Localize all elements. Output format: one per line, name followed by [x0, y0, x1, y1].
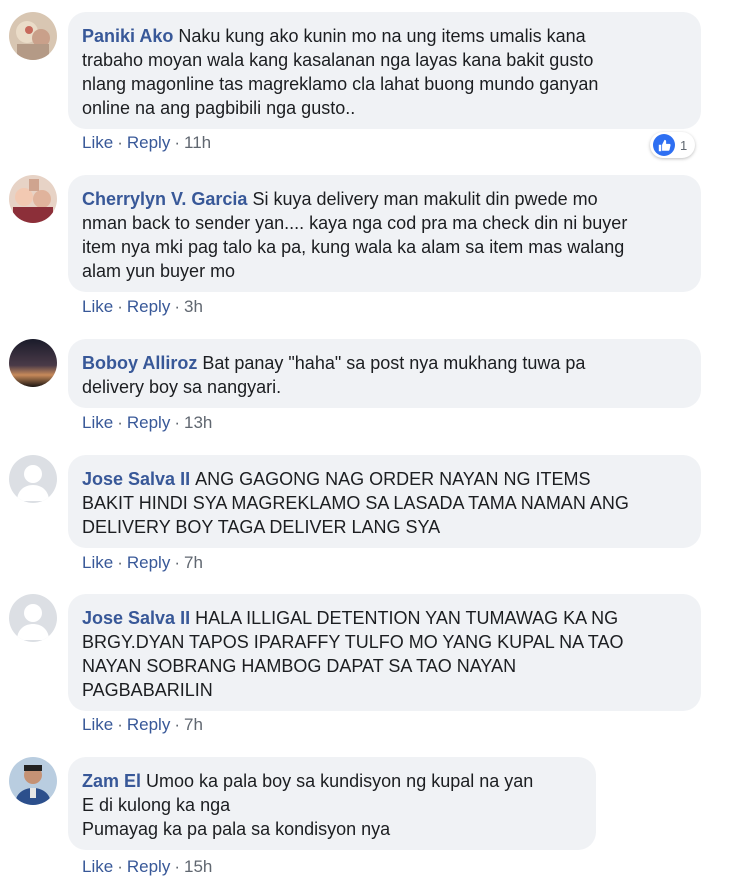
comment-actions: Like · Reply · 15h	[82, 857, 212, 877]
separator: ·	[174, 413, 180, 432]
reply-link[interactable]: Reply	[127, 133, 170, 152]
comment-author[interactable]: Cherrylyn V. Garcia	[82, 189, 247, 209]
comment-bubble: Jose Salva II ANG GAGONG NAG ORDER NAYAN …	[68, 455, 701, 548]
separator: ·	[174, 553, 180, 572]
comment-author[interactable]: Boboy Alliroz	[82, 353, 197, 373]
separator: ·	[117, 297, 123, 316]
comment-bubble: Boboy Alliroz Bat panay "haha" sa post ny…	[68, 339, 701, 408]
comment-actions: Like · Reply · 3h	[82, 297, 203, 317]
like-link[interactable]: Like	[82, 133, 113, 152]
comment-bubble: Jose Salva II HALA ILLIGAL DETENTION YAN …	[68, 594, 701, 711]
like-link[interactable]: Like	[82, 857, 113, 876]
avatar[interactable]	[9, 594, 57, 642]
like-icon	[653, 134, 675, 156]
avatar[interactable]	[9, 339, 57, 387]
separator: ·	[117, 553, 123, 572]
comment-author[interactable]: Paniki Ako	[82, 26, 173, 46]
comment-author[interactable]: Zam El	[82, 771, 141, 791]
reply-link[interactable]: Reply	[127, 297, 170, 316]
comment-timestamp[interactable]: 13h	[184, 413, 212, 432]
reply-link[interactable]: Reply	[127, 857, 170, 876]
comment-actions: Like · Reply · 13h	[82, 413, 212, 433]
avatar[interactable]	[9, 455, 57, 503]
comment-bubble: Zam El Umoo ka pala boy sa kundisyon ng k…	[68, 757, 596, 850]
reaction-count: 1	[680, 137, 688, 153]
like-link[interactable]: Like	[82, 297, 113, 316]
avatar[interactable]	[9, 175, 57, 223]
comment-text: Umoo ka pala boy sa kundisyon ng kupal n…	[82, 771, 534, 839]
separator: ·	[117, 715, 123, 734]
comment-timestamp[interactable]: 15h	[184, 857, 212, 876]
like-link[interactable]: Like	[82, 715, 113, 734]
like-link[interactable]: Like	[82, 413, 113, 432]
avatar[interactable]	[9, 757, 57, 805]
separator: ·	[174, 715, 180, 734]
comment-bubble: Cherrylyn V. Garcia Si kuya delivery man …	[68, 175, 701, 292]
comment-timestamp[interactable]: 3h	[184, 297, 203, 316]
separator: ·	[117, 413, 123, 432]
separator: ·	[174, 133, 180, 152]
comment-actions: Like · Reply · 11h	[82, 133, 211, 153]
comment-timestamp[interactable]: 7h	[184, 715, 203, 734]
reply-link[interactable]: Reply	[127, 715, 170, 734]
comment-actions: Like · Reply · 7h	[82, 715, 203, 735]
comment-actions: Like · Reply · 7h	[82, 553, 203, 573]
comment-author[interactable]: Jose Salva II	[82, 608, 190, 628]
separator: ·	[117, 857, 123, 876]
comment-timestamp[interactable]: 7h	[184, 553, 203, 572]
separator: ·	[174, 857, 180, 876]
reaction-summary[interactable]: 1	[650, 132, 696, 158]
avatar[interactable]	[9, 12, 57, 60]
reply-link[interactable]: Reply	[127, 553, 170, 572]
separator: ·	[117, 133, 123, 152]
comment-author[interactable]: Jose Salva II	[82, 469, 190, 489]
like-link[interactable]: Like	[82, 553, 113, 572]
separator: ·	[174, 297, 180, 316]
comment-bubble: Paniki Ako Naku kung ako kunin mo na ung …	[68, 12, 701, 129]
reply-link[interactable]: Reply	[127, 413, 170, 432]
comment-timestamp[interactable]: 11h	[184, 133, 211, 152]
